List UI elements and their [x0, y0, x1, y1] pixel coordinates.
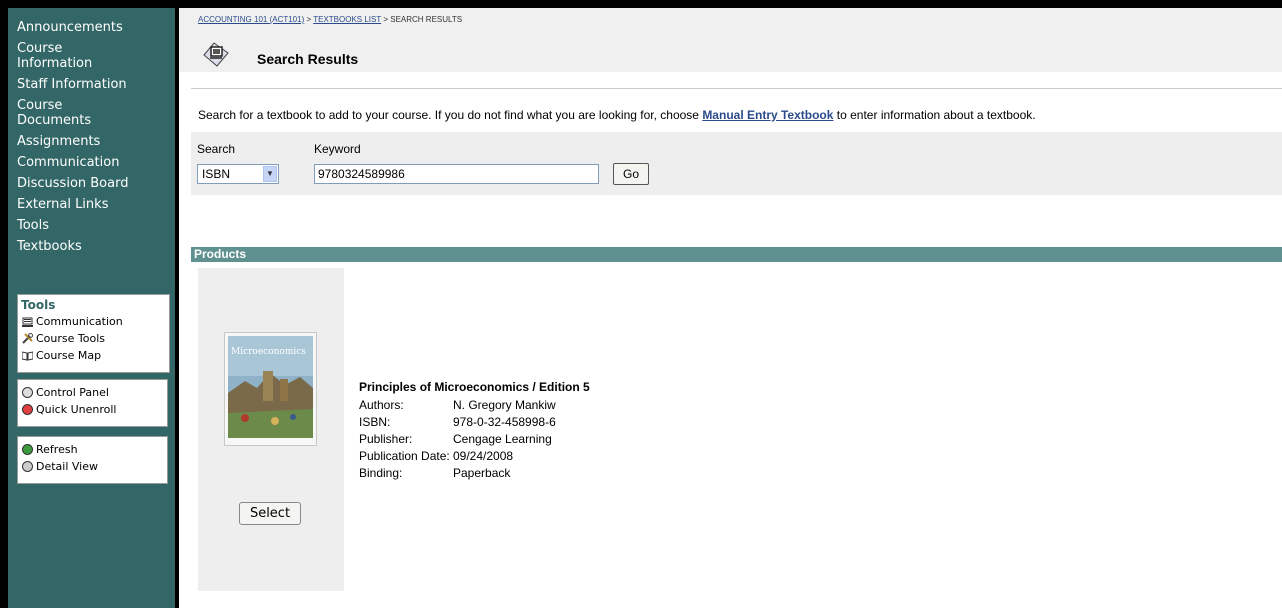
detail-key: Authors:: [359, 398, 404, 412]
detail-row-binding: Binding: Paperback: [359, 466, 590, 483]
breadcrumb: ACCOUNTING 101 (ACT101) > TEXTBOOKS LIST…: [198, 15, 462, 24]
tool-course-tools[interactable]: Course Tools: [18, 330, 169, 347]
detail-key: Publisher:: [359, 432, 413, 446]
detail-key: ISBN:: [359, 415, 391, 429]
detail-view-icon: [21, 461, 33, 473]
go-button[interactable]: Go: [613, 163, 649, 185]
panel-tools-box: Control Panel Quick Unenroll: [17, 379, 168, 427]
course-tools-icon: [21, 333, 33, 345]
nav-tools[interactable]: Tools: [8, 218, 167, 233]
nav-discussion-board[interactable]: Discussion Board: [8, 176, 167, 191]
tool-detail-view[interactable]: Detail View: [18, 458, 167, 475]
tool-detail-view-label: Detail View: [36, 460, 99, 473]
search-results-icon: [203, 42, 229, 67]
breadcrumb-separator: >: [381, 15, 391, 24]
detail-value: N. Gregory Mankiw: [453, 398, 556, 412]
page-header: ACCOUNTING 101 (ACT101) > TEXTBOOKS LIST…: [179, 8, 1282, 72]
view-tools-box: Refresh Detail View: [17, 436, 168, 484]
nav-assignments[interactable]: Assignments: [8, 134, 167, 149]
chevron-down-icon[interactable]: ▼: [263, 166, 277, 182]
control-panel-icon: [21, 387, 33, 399]
manual-entry-textbook-link[interactable]: Manual Entry Textbook: [702, 108, 833, 122]
course-map-icon: [21, 350, 33, 362]
tool-control-panel[interactable]: Control Panel: [18, 384, 167, 401]
product-title: Principles of Microeconomics / Edition 5: [359, 380, 590, 394]
detail-row-publisher: Publisher: Cengage Learning: [359, 432, 590, 449]
tool-quick-unenroll[interactable]: Quick Unenroll: [18, 401, 167, 418]
title-divider: [191, 88, 1282, 89]
refresh-icon: [21, 444, 33, 456]
tool-refresh-label: Refresh: [36, 443, 78, 456]
course-menu-list: Announcements Course Information Staff I…: [8, 20, 175, 260]
tool-course-tools-label: Course Tools: [36, 332, 105, 345]
course-menu: Announcements Course Information Staff I…: [8, 8, 179, 608]
tool-refresh[interactable]: Refresh: [18, 441, 167, 458]
product-image-panel: Microeconomics Select: [198, 268, 344, 591]
instructions-before: Search for a textbook to add to your cou…: [198, 108, 703, 122]
products-header: Products: [191, 247, 1282, 262]
nav-communication[interactable]: Communication: [8, 155, 167, 170]
detail-value: Cengage Learning: [453, 432, 552, 446]
detail-value: 978-0-32-458998-6: [453, 415, 556, 429]
tool-communication-label: Communication: [36, 315, 123, 328]
tools-box: Tools Communication Course Tools Course …: [17, 294, 170, 373]
search-label: Search: [197, 142, 236, 156]
instructions-text: Search for a textbook to add to your cou…: [198, 108, 1036, 122]
detail-row-publication-date: Publication Date: 09/24/2008: [359, 449, 590, 466]
keyword-input[interactable]: [314, 164, 599, 184]
browser-frame: Announcements Course Information Staff I…: [8, 8, 1282, 608]
breadcrumb-course-link[interactable]: ACCOUNTING 101 (ACT101): [198, 15, 304, 24]
detail-row-isbn: ISBN: 978-0-32-458998-6: [359, 415, 590, 432]
product-details: Principles of Microeconomics / Edition 5…: [359, 380, 590, 483]
tool-course-map-label: Course Map: [36, 349, 102, 362]
nav-course-documents[interactable]: Course Documents: [8, 98, 127, 128]
book-cover-image[interactable]: Microeconomics: [224, 332, 317, 446]
breadcrumb-separator: >: [304, 15, 314, 24]
communication-icon: [21, 316, 33, 328]
nav-textbooks[interactable]: Textbooks: [8, 239, 167, 254]
cover-title: Microeconomics: [231, 347, 306, 357]
search-type-value: ISBN: [202, 167, 231, 181]
breadcrumb-current: SEARCH RESULTS: [390, 15, 463, 24]
search-form: Search Keyword ISBN ▼ Go: [191, 132, 1282, 195]
tool-course-map[interactable]: Course Map: [18, 347, 169, 364]
tools-header: Tools: [21, 298, 56, 312]
search-type-select[interactable]: ISBN ▼: [197, 164, 279, 184]
page-title: Search Results: [257, 51, 359, 67]
quick-unenroll-icon: [21, 404, 33, 416]
detail-key: Publication Date:: [359, 449, 450, 463]
nav-announcements[interactable]: Announcements: [8, 20, 167, 35]
detail-key: Binding:: [359, 466, 403, 480]
nav-external-links[interactable]: External Links: [8, 197, 167, 212]
tool-communication[interactable]: Communication: [18, 313, 169, 330]
nav-course-information[interactable]: Course Information: [8, 41, 127, 71]
select-button[interactable]: Select: [239, 502, 301, 525]
instructions-after: to enter information about a textbook.: [833, 108, 1036, 122]
tool-control-panel-label: Control Panel: [36, 386, 109, 399]
nav-staff-information[interactable]: Staff Information: [8, 77, 167, 92]
detail-row-authors: Authors: N. Gregory Mankiw: [359, 398, 590, 415]
breadcrumb-textbooks-list-link[interactable]: TEXTBOOKS LIST: [313, 15, 381, 24]
content-area: ACCOUNTING 101 (ACT101) > TEXTBOOKS LIST…: [179, 8, 1282, 608]
tool-quick-unenroll-label: Quick Unenroll: [36, 403, 117, 416]
detail-value: Paperback: [453, 466, 511, 480]
keyword-label: Keyword: [314, 142, 361, 156]
detail-value: 09/24/2008: [453, 449, 514, 463]
